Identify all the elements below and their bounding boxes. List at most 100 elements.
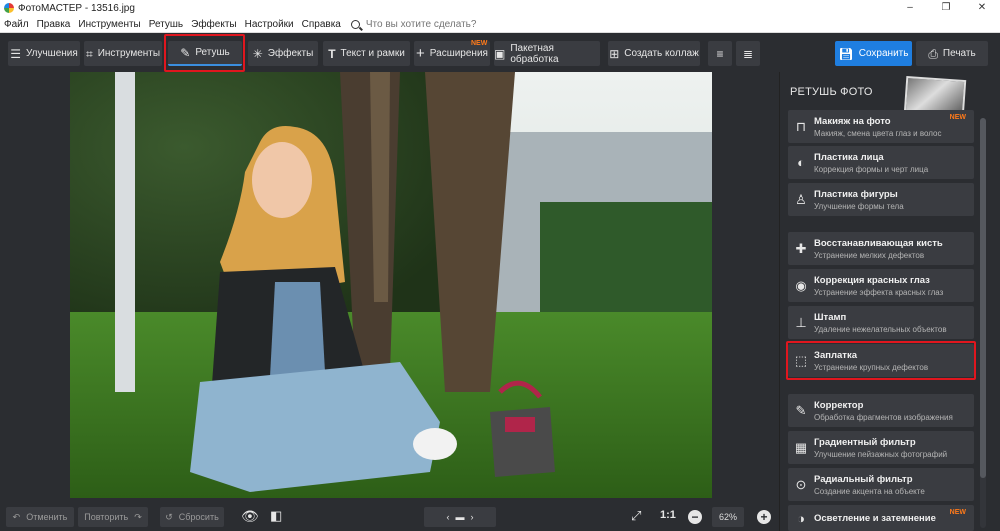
crop-icon: ⌗ (85, 46, 93, 61)
tool-name: Радиальный фильтр (814, 473, 913, 485)
retouch-panel: РЕТУШЬ ФОТО ⊓ Макияж на фото Макияж, смен… (779, 72, 1000, 531)
tool-stamp[interactable]: ⊥ Штамп Удаление нежелательных объектов (788, 306, 974, 339)
main-toolbar: ☰ Улучшения ⌗ Инструменты ✎ Ретушь ✳ Эфф… (0, 34, 1000, 72)
tool-radial-filter[interactable]: ⊙ Радиальный фильтр Создание акцента на о… (788, 468, 974, 501)
grid-icon: ⊞ (609, 46, 620, 61)
tool-desc: Удаление нежелательных объектов (814, 324, 947, 334)
minimize-button[interactable]: – (892, 0, 928, 16)
menu-bar: Файл Правка Инструменты Ретушь Эффекты Н… (0, 16, 1000, 33)
tool-desc: Макияж, смена цвета глаз и волос (814, 128, 942, 138)
tool-desc: Улучшение формы тела (814, 201, 904, 211)
next-file-button[interactable]: › (471, 512, 474, 522)
tab-label: Пакетная обработка (510, 42, 559, 65)
menu-tools[interactable]: Инструменты (74, 19, 144, 30)
scrollbar-thumb[interactable] (980, 118, 986, 478)
tool-name: Пластика фигуры (814, 188, 898, 200)
tab-label: Текст и рамки (340, 48, 405, 59)
history-settings-button[interactable]: ≡ (708, 41, 732, 66)
tool-desc: Устранение крупных дефектов (814, 362, 929, 372)
tab-enhancements[interactable]: ☰ Улучшения (8, 41, 80, 66)
tool-corrector[interactable]: ✎ Корректор Обработка фрагментов изображе… (788, 394, 974, 427)
tab-create-collage[interactable]: ⊞ Создать коллаж (608, 41, 700, 66)
print-button[interactable]: ⎙ Печать (916, 41, 988, 66)
menu-retouch[interactable]: Ретушь (145, 19, 187, 30)
redo-button[interactable]: Повторить ↷ (78, 507, 148, 527)
file-navigation: ‹ ▬ › (424, 507, 496, 527)
sparkle-icon: ✳ (252, 46, 263, 61)
tool-desc: Создание акцента на объекте (814, 486, 925, 496)
tool-body-reshape[interactable]: ♙ Пластика фигуры Улучшение формы тела (788, 183, 974, 216)
tab-label: Создать коллаж (624, 48, 699, 59)
fit-to-screen-icon[interactable]: ⤢ (631, 508, 641, 524)
tool-name: Макияж на фото (814, 115, 891, 127)
panel-scrollbar[interactable] (980, 118, 986, 528)
save-button[interactable]: 💾︎ Сохранить (835, 41, 912, 66)
tool-name: Коррекция красных глаз (814, 274, 930, 286)
new-badge: NEW (949, 509, 966, 516)
tool-name: Пластика лица (814, 151, 884, 163)
menu-effects[interactable]: Эффекты (187, 19, 240, 30)
zoom-1to1-button[interactable]: 1:1 (660, 509, 676, 521)
list-info-icon: ≣ (742, 46, 754, 61)
tab-batch-processing[interactable]: ▣ Пакетная обработка (494, 41, 600, 66)
zoom-in-button[interactable]: + (757, 510, 771, 524)
history-info-button[interactable]: ≣ (736, 41, 760, 66)
tab-text-frames[interactable]: T Текст и рамки (323, 41, 410, 66)
photo-canvas[interactable] (70, 72, 712, 498)
new-badge: NEW (949, 114, 966, 121)
list-settings-icon: ≡ (716, 46, 724, 61)
save-label: Сохранить (858, 48, 909, 59)
redo-label: Повторить (84, 512, 129, 522)
photo-image (70, 72, 712, 498)
canvas-area (0, 72, 779, 501)
tab-label: Инструменты (97, 48, 161, 59)
panel-title: РЕТУШЬ ФОТО (790, 86, 873, 98)
sliders-icon: ☰ (10, 46, 21, 61)
tool-face-reshape[interactable]: ◐ Пластика лица Коррекция формы и черт ли… (788, 146, 974, 179)
compare-split-icon[interactable]: ◧ (270, 508, 282, 524)
stamp-icon: ⊥ (795, 314, 807, 330)
tool-patch[interactable]: ⬚ Заплатка Устранение крупных дефектов (788, 344, 974, 377)
eye-preview-icon[interactable]: 👁︎ (241, 508, 259, 525)
tool-name: Заплатка (814, 349, 857, 361)
tool-desc: Устранение эффекта красных глаз (814, 287, 944, 297)
menu-file[interactable]: Файл (0, 19, 33, 30)
tool-name: Восстанавливающая кисть (814, 237, 943, 249)
menu-settings[interactable]: Настройки (241, 19, 298, 30)
tool-gradient-filter[interactable]: ▦ Градиентный фильтр Улучшение пейзажных … (788, 431, 974, 464)
tab-effects[interactable]: ✳ Эффекты (248, 41, 318, 66)
tool-name: Осветление и затемнение (814, 512, 936, 524)
undo-icon: ↶ (12, 511, 21, 522)
tool-makeup[interactable]: ⊓ Макияж на фото Макияж, смена цвета глаз… (788, 110, 974, 143)
menu-help[interactable]: Справка (298, 19, 345, 30)
reset-button[interactable]: ↺ Сбросить (160, 507, 224, 527)
tool-dodge-burn[interactable]: ◑ Осветление и затемнение NEW (788, 505, 974, 531)
tool-name: Градиентный фильтр (814, 436, 916, 448)
search-input[interactable] (365, 18, 496, 30)
undo-button[interactable]: ↶ Отменить (6, 507, 74, 527)
folder-icon[interactable]: ▬ (456, 512, 465, 522)
floppy-disk-icon: 💾︎ (838, 46, 854, 61)
gradient-icon: ▦ (794, 439, 808, 455)
redo-icon: ↷ (134, 511, 142, 522)
tool-desc: Обработка фрагментов изображения (814, 412, 953, 422)
tool-name: Штамп (814, 311, 847, 323)
tool-healing-brush[interactable]: ✚ Восстанавливающая кисть Устранение мелк… (788, 232, 974, 265)
close-button[interactable]: ✕ (964, 0, 1000, 16)
window-controls: – ❐ ✕ (892, 0, 1000, 16)
previous-file-button[interactable]: ‹ (447, 512, 450, 522)
tab-tools[interactable]: ⌗ Инструменты (84, 41, 162, 66)
tool-desc: Улучшение пейзажных фотографий (814, 449, 948, 459)
zoom-level[interactable]: 62% (712, 507, 744, 527)
menu-search (350, 18, 496, 30)
maximize-button[interactable]: ❐ (928, 0, 964, 16)
app-logo-icon (4, 3, 14, 13)
search-icon (350, 19, 360, 29)
tool-red-eye[interactable]: ◉ Коррекция красных глаз Устранение эффек… (788, 269, 974, 302)
zoom-out-button[interactable]: − (688, 510, 702, 524)
print-label: Печать (942, 48, 976, 59)
image-icon: ▣ (494, 46, 506, 61)
tab-retouch[interactable]: ✎ Ретушь (168, 41, 242, 66)
tab-label: Улучшения (25, 48, 78, 59)
menu-edit[interactable]: Правка (33, 19, 75, 30)
